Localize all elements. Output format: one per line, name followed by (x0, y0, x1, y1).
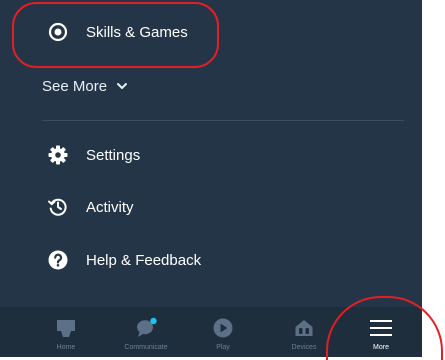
play-icon (212, 316, 234, 340)
nav-devices[interactable]: Devices (264, 307, 344, 357)
history-clock-icon (47, 196, 69, 218)
nav-communicate[interactable]: Communicate (106, 307, 186, 357)
nav-home[interactable]: Home (26, 307, 106, 357)
menu-item-label: Settings (86, 146, 141, 164)
bottom-navigation-bar: Home Communicate Play Devices More (0, 307, 422, 357)
nav-label: Play (216, 344, 230, 351)
menu-item-settings[interactable]: Settings (0, 130, 422, 180)
home-icon (55, 316, 77, 340)
devices-house-icon (293, 316, 315, 340)
see-more-toggle[interactable]: See More (42, 71, 129, 101)
menu-item-help-feedback[interactable]: Help & Feedback (0, 235, 422, 285)
menu-item-label: Help & Feedback (86, 251, 202, 269)
chat-bubble-icon (134, 316, 158, 340)
nav-label: Communicate (124, 344, 168, 351)
nav-play[interactable]: Play (183, 307, 263, 357)
menu-item-label: Activity (86, 198, 134, 216)
chevron-down-icon (115, 79, 129, 93)
menu-item-label: Skills & Games (86, 23, 188, 41)
nav-label: Devices (291, 344, 317, 351)
see-more-label: See More (42, 77, 108, 95)
help-question-icon (47, 249, 69, 271)
skills-bubble-icon (47, 21, 69, 43)
menu-item-skills-games[interactable]: Skills & Games (0, 7, 422, 57)
more-menu-panel: Skills & Games See More Settings Activit… (0, 0, 422, 357)
menu-divider (42, 120, 404, 121)
nav-label: More (373, 344, 389, 351)
hamburger-menu-icon (368, 316, 394, 340)
gear-icon (47, 144, 69, 166)
nav-label: Home (56, 344, 76, 351)
nav-more[interactable]: More (341, 307, 421, 357)
menu-item-activity[interactable]: Activity (0, 182, 422, 232)
